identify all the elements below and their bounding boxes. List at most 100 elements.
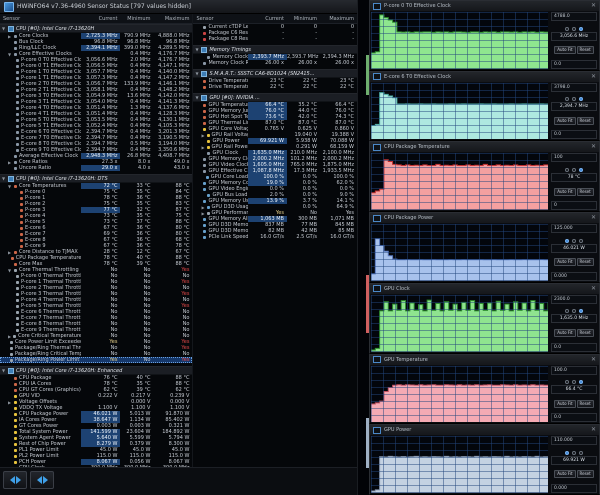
scale-radio[interactable] (579, 380, 583, 385)
expander-icon[interactable]: ▶ (8, 250, 12, 255)
graph-title: E-core 6 T0 Effective Clock (384, 73, 451, 80)
close-icon[interactable]: ✕ (591, 215, 596, 221)
reset-button[interactable]: Reset (576, 116, 594, 125)
sensor-row[interactable]: Package C8 Residency - - - (193, 36, 357, 42)
reset-button[interactable]: Reset (576, 470, 594, 479)
close-icon[interactable]: ✕ (591, 427, 596, 433)
toolbar-arrows-button-1[interactable] (3, 471, 27, 489)
reset-button[interactable]: Reset (576, 46, 594, 55)
expander-icon[interactable]: ▶ (201, 145, 204, 150)
auto-fit-button[interactable]: Auto Fit (554, 46, 576, 55)
expander-icon[interactable]: ▼ (8, 52, 12, 57)
group-header-row[interactable]: ▼ Memory Timings (193, 45, 357, 54)
scale-radio[interactable] (572, 238, 576, 243)
graph-plot (371, 224, 548, 281)
collapse-arrow-icon[interactable]: ▼ (2, 176, 6, 181)
scale-radio[interactable] (572, 168, 576, 173)
graph-plot (371, 12, 548, 69)
sensor-row[interactable]: PCIe Link Speed 16.0 GT/s 2.5 GT/s 16.0 GT/… (193, 234, 357, 240)
scale-radio[interactable] (572, 450, 576, 455)
sensor-row[interactable]: Memory Clock Ratio 26.00 x 26.00 x 26.00 x (193, 60, 357, 66)
scale-radio[interactable] (565, 97, 569, 102)
graph-title-bar[interactable]: E-core 6 T0 Effective Clock ✕ (370, 71, 599, 82)
reset-button[interactable]: Reset (576, 329, 594, 338)
expander-icon[interactable]: ▶ (201, 133, 204, 138)
toolbar-arrows-button-2[interactable] (30, 471, 54, 489)
scale-radio[interactable] (579, 450, 583, 455)
close-icon[interactable]: ✕ (591, 73, 596, 80)
column-header-maximum[interactable]: Maximum (153, 16, 192, 22)
reset-button[interactable]: Reset (576, 399, 594, 408)
scale-radio[interactable] (565, 450, 569, 455)
scale-radio[interactable] (579, 309, 583, 314)
graph-title-bar[interactable]: GPU Temperature ✕ (370, 354, 599, 365)
scale-radio-group (551, 168, 597, 173)
expander-icon[interactable]: ▶ (201, 211, 204, 216)
reset-button[interactable]: Reset (576, 187, 594, 196)
scale-radio[interactable] (579, 97, 583, 102)
auto-fit-button[interactable]: Auto Fit (554, 116, 576, 125)
graph-title-bar[interactable]: GPU Clock ✕ (370, 283, 599, 294)
temp-icon (14, 382, 17, 386)
sensor-row[interactable]: Drive Temperature 2 22 °C 22 °C 22 °C (193, 84, 357, 90)
collapse-arrow-icon[interactable]: ▼ (2, 26, 6, 31)
temp-icon (20, 220, 23, 224)
graph-title-bar[interactable]: P-core 0 T0 Effective Clock ✕ (370, 1, 599, 11)
graph-buttons: Auto Fit Reset (551, 46, 597, 55)
collapse-arrow-icon[interactable]: ▼ (2, 368, 6, 373)
close-icon[interactable]: ✕ (591, 144, 596, 150)
expander-icon[interactable]: ▶ (8, 34, 12, 39)
group-header-row[interactable]: ▼ CPU [#0]: Intel Core i7-13620H (0, 24, 193, 33)
column-header-current[interactable]: Current (81, 16, 120, 22)
scale-radio[interactable] (565, 309, 569, 314)
auto-fit-button[interactable]: Auto Fit (554, 187, 576, 196)
scale-radio[interactable] (565, 168, 569, 173)
graph-monitor-icon (373, 214, 381, 222)
scale-radio[interactable] (565, 380, 569, 385)
graph-title-bar[interactable]: CPU Package Temperature ✕ (370, 142, 599, 153)
close-icon[interactable]: ✕ (591, 356, 596, 363)
group-header-row[interactable]: ▼ GPU [#0]: NVIDIA ... (193, 93, 357, 102)
column-header-current[interactable]: Current (248, 16, 287, 22)
scale-radio[interactable] (579, 238, 583, 243)
expander-icon[interactable]: ▶ (8, 334, 11, 339)
auto-fit-button[interactable]: Auto Fit (554, 258, 576, 267)
auto-fit-button[interactable]: Auto Fit (554, 399, 576, 408)
auto-fit-button[interactable]: Auto Fit (554, 329, 576, 338)
scale-radio[interactable] (572, 97, 576, 102)
arrow-left-icon (36, 476, 42, 484)
column-header-sensor[interactable]: Sensor (193, 16, 248, 22)
graph-title-bar[interactable]: CPU Package Power ✕ (370, 213, 599, 224)
auto-fit-button[interactable]: Auto Fit (554, 470, 576, 479)
scale-radio[interactable] (572, 26, 576, 31)
graph-title-bar[interactable]: GPU Power ✕ (370, 425, 599, 436)
expander-icon[interactable]: ▼ (8, 184, 12, 189)
group-header-row[interactable]: ▼ CPU [#0]: Intel Core i7-13620H: DTS (0, 174, 193, 183)
column-header-minimum[interactable]: Minimum (120, 16, 153, 22)
collapse-arrow-icon[interactable]: ▼ (195, 71, 199, 76)
scale-radio[interactable] (565, 26, 569, 31)
collapse-arrow-icon[interactable]: ▼ (195, 95, 199, 100)
expander-icon[interactable]: ▼ (8, 268, 12, 273)
scale-radio[interactable] (579, 168, 583, 173)
close-icon[interactable]: ✕ (591, 3, 596, 9)
scale-radio[interactable] (572, 380, 576, 385)
sensor-row[interactable]: Package/Ring Power Limit Exceeded Yes No Ye… (0, 357, 193, 363)
scale-radio[interactable] (565, 238, 569, 243)
group-header-row[interactable]: ▼ S.M.A.R.T.: SSSTC CA6-8D1024 (SN2415... (193, 69, 357, 78)
column-header-sensor[interactable]: Sensor (0, 16, 81, 22)
expander-icon[interactable]: ▶ (8, 160, 12, 165)
expander-icon[interactable]: ▶ (8, 400, 12, 405)
column-header-minimum[interactable]: Minimum (287, 16, 320, 22)
title-bar[interactable]: HWiNFO64 v7.36-4960 Sensor Status [797 v… (0, 0, 357, 14)
close-icon[interactable]: ✕ (591, 285, 596, 292)
sensor-row[interactable]: Uncore Ratio 29.0 x 4.0 x 43.0 x (0, 165, 192, 171)
column-header-maximum[interactable]: Maximum (320, 16, 357, 22)
clock-icon (16, 136, 19, 140)
scale-radio[interactable] (572, 309, 576, 314)
reset-button[interactable]: Reset (576, 258, 594, 267)
scale-radio[interactable] (579, 26, 583, 31)
group-header-row[interactable]: ▼ CPU [#0]: Intel Core i7-13620H: Enhance… (0, 366, 193, 375)
expander-icon[interactable]: ▶ (201, 205, 204, 210)
collapse-arrow-icon[interactable]: ▼ (195, 47, 199, 52)
